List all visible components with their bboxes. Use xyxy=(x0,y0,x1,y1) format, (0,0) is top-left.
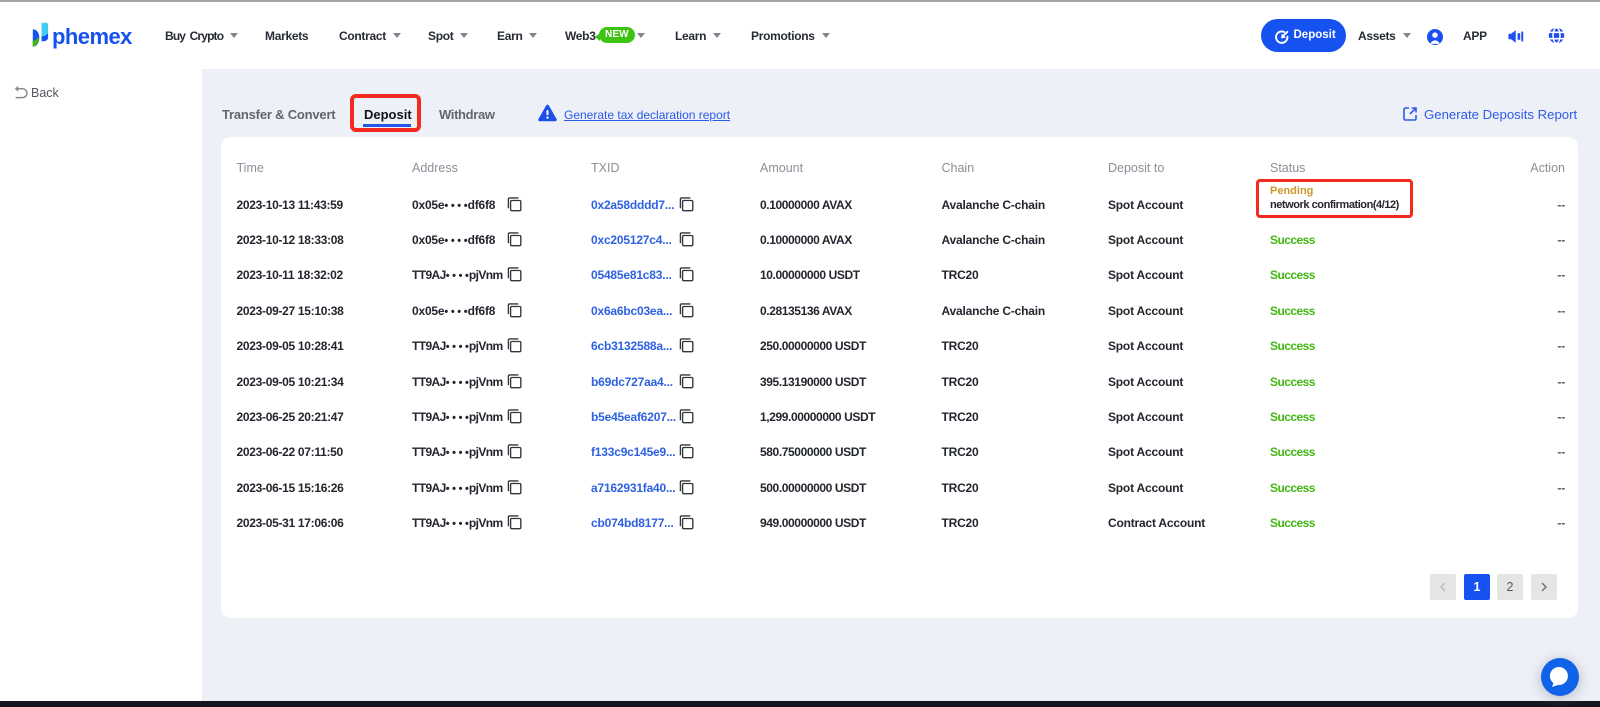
svg-text:phemex: phemex xyxy=(52,24,133,49)
